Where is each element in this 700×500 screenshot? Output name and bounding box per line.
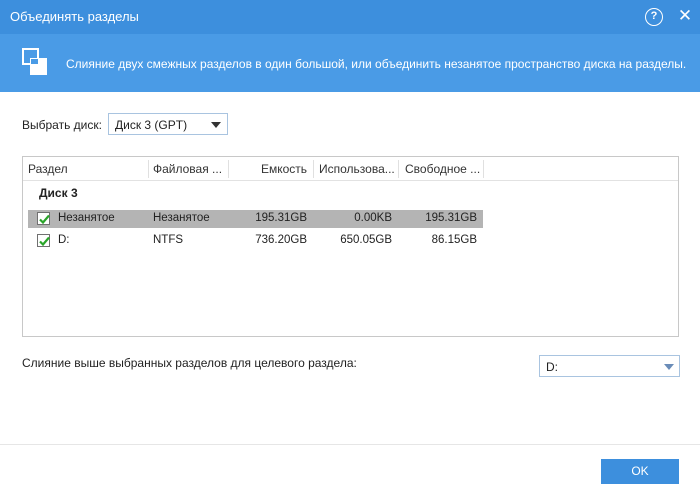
merge-partitions-icon [22,48,48,76]
column-header-partition[interactable]: Раздел [28,162,138,178]
chevron-down-icon [664,364,674,370]
disk-select-value: Диск 3 (GPT) [115,118,188,132]
info-banner: Слияние двух смежных разделов в один бол… [0,34,700,92]
cell-used: 0.00KB [354,212,392,224]
merge-target-label: Слияние выше выбранных разделов для целе… [22,356,357,370]
cell-partition: Незанятое [58,212,115,224]
row-checkbox[interactable] [37,234,50,247]
column-header-capacity[interactable]: Емкость [233,162,307,178]
cell-capacity: 195.31GB [255,212,307,224]
banner-description: Слияние двух смежных разделов в один бол… [66,57,687,71]
column-divider[interactable] [398,160,399,178]
table-header: Раздел Файловая ... Емкость Использова..… [23,157,678,181]
checkmark-icon [39,236,50,247]
column-header-free[interactable]: Свободное ... [405,162,481,178]
window-title: Объединять разделы [10,9,139,24]
column-header-used[interactable]: Использова... [319,162,397,178]
table-row[interactable]: Незанятое Незанятое 195.31GB 0.00KB 195.… [28,210,483,228]
column-divider[interactable] [313,160,314,178]
ok-button[interactable]: OK [601,459,679,484]
column-divider[interactable] [228,160,229,178]
partition-table: Раздел Файловая ... Емкость Использова..… [22,156,679,337]
disk-select-dropdown[interactable]: Диск 3 (GPT) [108,113,228,135]
cell-filesystem: NTFS [153,234,184,246]
disk-select-label: Выбрать диск: [22,118,102,132]
cell-free: 86.15GB [431,234,477,246]
cell-used: 650.05GB [340,234,392,246]
disk-group-label: Диск 3 [39,186,78,200]
column-divider[interactable] [483,160,484,178]
merge-target-dropdown[interactable]: D: [539,355,680,377]
column-divider[interactable] [148,160,149,178]
cell-free: 195.31GB [425,212,477,224]
cell-capacity: 736.20GB [255,234,307,246]
chevron-down-icon [211,122,221,128]
close-icon[interactable]: ✕ [676,6,694,26]
column-header-filesystem[interactable]: Файловая ... [153,162,231,178]
table-row[interactable]: D: NTFS 736.20GB 650.05GB 86.15GB [28,232,483,250]
footer-divider [0,444,700,445]
cell-partition: D: [58,234,70,246]
cell-filesystem: Незанятое [153,212,210,224]
checkmark-icon [39,214,50,225]
row-checkbox[interactable] [37,212,50,225]
merge-target-value: D: [546,360,558,374]
title-bar: Объединять разделы ? ✕ [0,0,700,34]
help-icon[interactable]: ? [645,8,663,26]
